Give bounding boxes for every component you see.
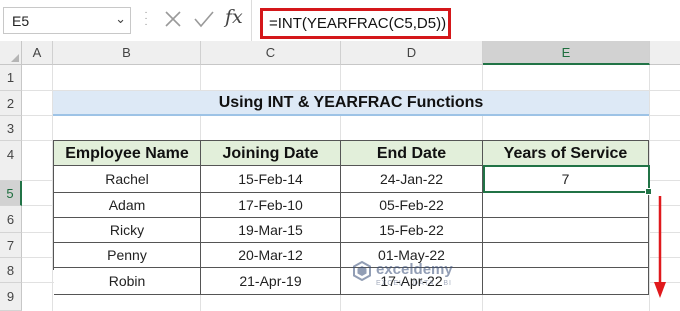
cell-c9[interactable]: 21-Apr-19 bbox=[201, 268, 341, 295]
row-header-2[interactable]: 2 bbox=[0, 91, 22, 116]
header-end-date[interactable]: End Date bbox=[341, 141, 483, 166]
formula-bar-divider bbox=[251, 0, 252, 41]
formula-input[interactable]: =INT(YEARFRAC(C5,D5)) bbox=[260, 8, 451, 39]
formula-text: =INT(YEARFRAC(C5,D5)) bbox=[269, 15, 447, 32]
sheet-title: Using INT & YEARFRAC Functions bbox=[218, 94, 484, 111]
formula-bar-area: E5 ⌄ · · · fx =INT(YEARFRAC(C5,D5)) bbox=[0, 0, 680, 41]
watermark: exceldemy EXCEL · DATA · BI bbox=[352, 258, 512, 298]
cell-b6[interactable]: Adam bbox=[54, 193, 201, 218]
exceldemy-logo-icon bbox=[353, 261, 371, 281]
title-banner: Using INT & YEARFRAC Functions bbox=[53, 91, 649, 116]
cell-b8[interactable]: Penny bbox=[54, 243, 201, 268]
select-all-corner[interactable] bbox=[0, 41, 22, 65]
cell-d6[interactable]: 05-Feb-22 bbox=[341, 193, 483, 218]
cell-c5[interactable]: 15-Feb-14 bbox=[201, 166, 341, 193]
cell-d5[interactable]: 24-Jan-22 bbox=[341, 166, 483, 193]
fill-down-arrow-icon bbox=[654, 196, 666, 298]
cell-d7[interactable]: 15-Feb-22 bbox=[341, 218, 483, 243]
column-header-a[interactable]: A bbox=[22, 41, 53, 65]
cell-e5[interactable]: 7 bbox=[483, 166, 649, 193]
cell-e6[interactable] bbox=[483, 193, 649, 218]
insert-function-icon[interactable]: fx bbox=[225, 6, 243, 28]
row-header-7[interactable]: 7 bbox=[0, 233, 22, 258]
drag-dots-icon[interactable]: · · · bbox=[144, 8, 148, 30]
row-header-6[interactable]: 6 bbox=[0, 206, 22, 233]
cell-c6[interactable]: 17-Feb-10 bbox=[201, 193, 341, 218]
row-header-5[interactable]: 5 bbox=[0, 181, 22, 206]
column-header-c[interactable]: C bbox=[201, 41, 341, 65]
header-joining-date[interactable]: Joining Date bbox=[201, 141, 341, 166]
cell-b7[interactable]: Ricky bbox=[54, 218, 201, 243]
row-header-8[interactable]: 8 bbox=[0, 258, 22, 283]
fill-handle[interactable] bbox=[645, 188, 652, 195]
column-header-f[interactable] bbox=[650, 41, 680, 65]
watermark-tagline: EXCEL · DATA · BI bbox=[376, 280, 452, 287]
checkmark-icon[interactable] bbox=[193, 9, 215, 29]
row-header-3[interactable]: 3 bbox=[0, 116, 22, 141]
cell-c7[interactable]: 19-Mar-15 bbox=[201, 218, 341, 243]
row-header-1[interactable]: 1 bbox=[0, 65, 22, 91]
watermark-name: exceldemy bbox=[376, 261, 453, 278]
header-years-of-service[interactable]: Years of Service bbox=[483, 141, 649, 166]
row-header-4[interactable]: 4 bbox=[0, 141, 22, 181]
cell-b5[interactable]: Rachel bbox=[54, 166, 201, 193]
cell-b9[interactable]: Robin bbox=[54, 268, 201, 295]
cell-e7[interactable] bbox=[483, 218, 649, 243]
name-box[interactable]: E5 ⌄ bbox=[3, 7, 131, 34]
cell-c8[interactable]: 20-Mar-12 bbox=[201, 243, 341, 268]
row-header-9[interactable]: 9 bbox=[0, 283, 22, 311]
header-employee-name[interactable]: Employee Name bbox=[54, 141, 201, 166]
column-header-d[interactable]: D bbox=[341, 41, 483, 65]
chevron-down-icon[interactable]: ⌄ bbox=[115, 11, 126, 27]
column-header-b[interactable]: B bbox=[53, 41, 201, 65]
name-box-value: E5 bbox=[12, 13, 30, 29]
cancel-icon[interactable] bbox=[163, 9, 183, 29]
column-header-e[interactable]: E bbox=[483, 41, 650, 65]
